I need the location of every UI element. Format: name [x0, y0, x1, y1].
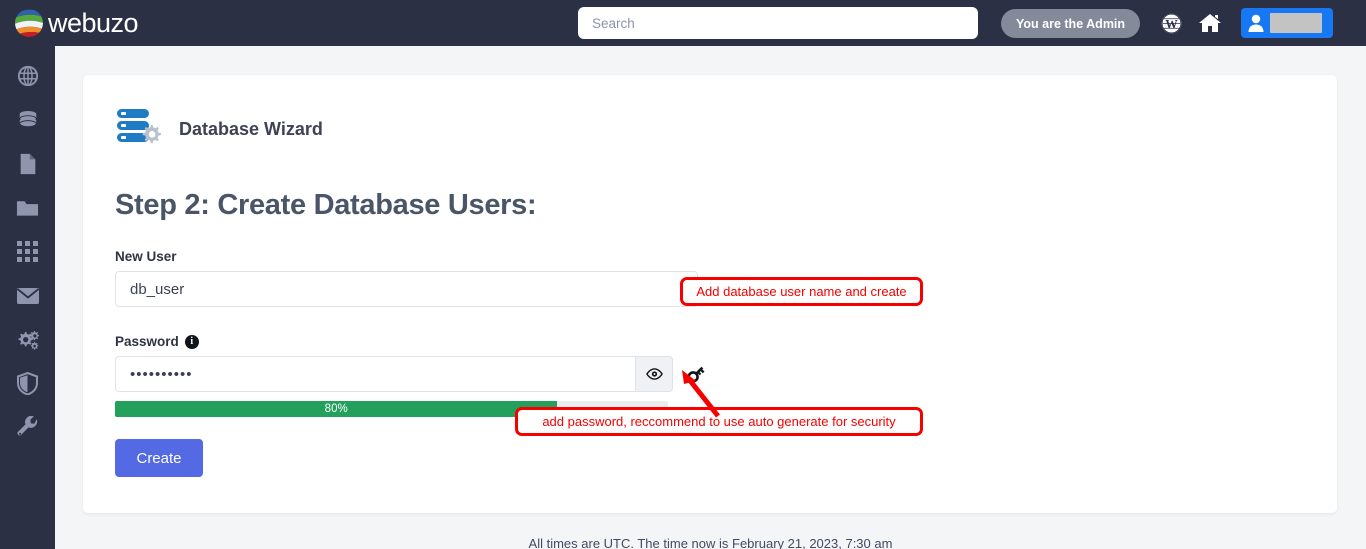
sidebar-item-security[interactable]	[0, 364, 55, 408]
svg-text:W: W	[1165, 17, 1178, 31]
admin-status-badge: You are the Admin	[1001, 9, 1141, 38]
sidebar-item-files[interactable]	[0, 144, 55, 188]
folder-icon	[16, 198, 39, 223]
wizard-header: Database Wizard	[83, 75, 1337, 151]
sidebar-item-databases[interactable]	[0, 100, 55, 144]
wizard-title: Database Wizard	[179, 118, 323, 139]
sidebar-item-folders[interactable]	[0, 188, 55, 232]
wordpress-icon[interactable]: W	[1158, 10, 1184, 36]
user-account-button[interactable]	[1241, 8, 1333, 38]
sidebar-item-tools[interactable]	[0, 408, 55, 452]
globe-icon	[17, 65, 39, 92]
gears-icon	[16, 329, 40, 356]
footer-timestamp: All times are UTC. The time now is Febru…	[528, 536, 893, 549]
top-header-bar: webuzo You are the Admin W	[0, 0, 1366, 46]
sidebar-item-email[interactable]	[0, 276, 55, 320]
wrench-icon	[16, 415, 39, 444]
database-server-gear-icon	[115, 107, 165, 151]
annotation-add-user: Add database user name and create	[680, 277, 923, 306]
new-user-input[interactable]	[115, 271, 698, 307]
home-icon[interactable]	[1197, 10, 1223, 36]
annotation-arrow-icon	[682, 370, 720, 418]
logo-text: webuzo	[48, 7, 139, 38]
webuzo-globe-icon	[14, 8, 44, 38]
password-input[interactable]	[115, 356, 635, 392]
sidebar-item-apps[interactable]	[0, 232, 55, 276]
create-button[interactable]: Create	[115, 439, 203, 477]
user-icon	[1248, 14, 1264, 32]
envelope-icon	[16, 287, 40, 310]
search-input[interactable]	[578, 7, 978, 39]
sidebar-item-settings[interactable]	[0, 320, 55, 364]
password-label: Password i	[115, 334, 1337, 349]
grid-icon	[17, 241, 38, 267]
eye-icon[interactable]	[635, 356, 673, 392]
page-title: Step 2: Create Database Users:	[115, 189, 537, 221]
new-user-label-text: New User	[115, 249, 177, 264]
sidebar-item-domains[interactable]	[0, 56, 55, 100]
password-strength-label: 80%	[324, 403, 348, 415]
info-icon[interactable]: i	[184, 334, 199, 349]
left-sidebar-nav	[0, 46, 55, 549]
file-icon	[18, 153, 38, 180]
password-label-text: Password	[115, 334, 179, 349]
shield-icon	[17, 371, 38, 400]
password-strength-fill: 80%	[115, 401, 558, 417]
database-icon	[17, 109, 39, 136]
new-user-label: New User	[115, 249, 1337, 264]
app-logo[interactable]: webuzo	[0, 8, 230, 39]
password-row	[115, 356, 1337, 392]
search-box[interactable]	[578, 7, 978, 39]
user-name-redacted	[1270, 13, 1322, 33]
